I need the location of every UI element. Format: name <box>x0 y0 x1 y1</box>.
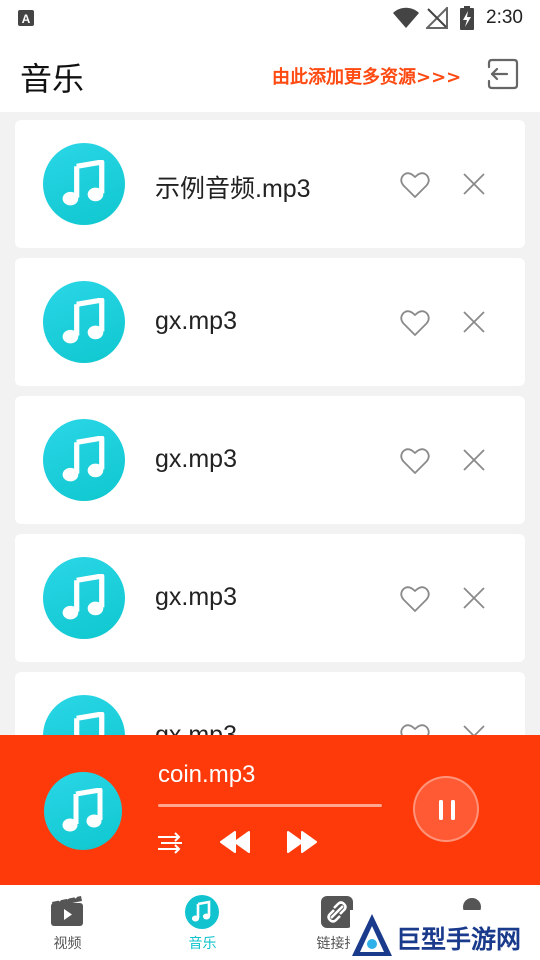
svg-text:A: A <box>22 12 31 26</box>
music-note-icon <box>62 298 105 344</box>
page-title: 音乐 <box>20 60 85 98</box>
watermark-text: 巨型手游网 <box>396 925 522 954</box>
tab-video-label: 视频 <box>53 936 82 952</box>
tab-video[interactable]: 视频 <box>0 885 135 960</box>
add-resources-link[interactable]: 由此添加更多资源>>> <box>272 63 461 89</box>
album-art <box>43 281 125 363</box>
song-item[interactable]: gx.mp3 <box>15 258 525 386</box>
song-item[interactable]: gx.mp3 <box>15 534 525 662</box>
wifi-icon <box>393 7 419 28</box>
video-icon <box>51 895 83 926</box>
close-icon[interactable] <box>462 310 486 334</box>
watermark-logo-icon <box>352 914 392 956</box>
music-note-icon <box>62 160 105 206</box>
song-item[interactable]: 示例音频.mp3 <box>15 120 525 248</box>
app-header: 音乐 由此添加更多资源>>> <box>0 36 540 112</box>
song-title: gx.mp3 <box>155 307 237 335</box>
now-playing-bar[interactable]: coin.mp3 <box>0 735 540 885</box>
close-icon[interactable] <box>462 172 486 196</box>
album-art <box>43 419 125 501</box>
close-icon[interactable] <box>462 448 486 472</box>
heart-icon[interactable] <box>400 585 430 613</box>
watermark: 巨型手游网 <box>350 910 540 960</box>
heart-icon[interactable] <box>400 171 430 199</box>
song-title: gx.mp3 <box>155 445 237 473</box>
tab-music-label: 音乐 <box>188 936 217 952</box>
link-icon <box>321 896 353 928</box>
music-note-icon <box>185 895 219 929</box>
song-list: 示例音频.mp3gx.mp3gx.mp3gx.mp3gx.mp3 <box>15 120 525 810</box>
now-playing-title: coin.mp3 <box>158 761 256 788</box>
tab-music[interactable]: 音乐 <box>135 885 270 960</box>
exit-icon[interactable] <box>486 57 520 91</box>
album-art <box>43 557 125 639</box>
previous-icon[interactable] <box>220 831 250 853</box>
album-art <box>44 772 122 850</box>
status-bar: A 2:30 <box>0 0 540 36</box>
close-icon[interactable] <box>462 586 486 610</box>
shuffle-order-icon[interactable] <box>157 831 183 855</box>
sim-card-icon: A <box>18 10 34 26</box>
progress-bar[interactable] <box>158 804 382 807</box>
music-note-icon <box>62 436 105 482</box>
album-art <box>43 143 125 225</box>
music-note-icon <box>62 574 105 620</box>
pause-icon <box>439 800 455 820</box>
music-note-icon <box>62 788 103 832</box>
no-signal-icon <box>426 7 448 29</box>
battery-charging-icon <box>460 6 474 30</box>
pause-button[interactable] <box>413 776 479 842</box>
heart-icon[interactable] <box>400 309 430 337</box>
song-title: 示例音频.mp3 <box>155 175 311 203</box>
clock: 2:30 <box>486 7 523 28</box>
song-title: gx.mp3 <box>155 583 237 611</box>
heart-icon[interactable] <box>400 447 430 475</box>
next-icon[interactable] <box>287 831 317 853</box>
song-item[interactable]: gx.mp3 <box>15 396 525 524</box>
